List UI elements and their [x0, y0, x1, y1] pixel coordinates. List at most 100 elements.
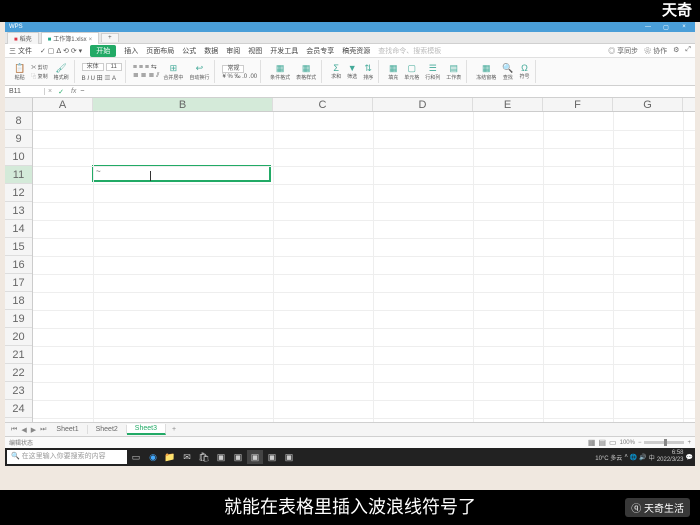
weather-tray[interactable]: 10°C 多云	[595, 453, 622, 462]
view-normal-icon[interactable]: ▦	[588, 438, 596, 447]
maximize-button[interactable]: ▢	[659, 24, 673, 31]
task-view-icon[interactable]: ▭	[128, 450, 144, 464]
row-header-18[interactable]: 18	[5, 292, 32, 310]
sheet-button[interactable]: ▤工作表	[444, 62, 463, 82]
cut-button[interactable]: ✂ 剪切	[29, 63, 49, 72]
col-header-B[interactable]: B	[93, 98, 273, 111]
sum-button[interactable]: Σ求和	[329, 62, 343, 81]
numfmt-select[interactable]: 常规	[222, 65, 244, 73]
cell-button[interactable]: ▢单元格	[402, 62, 421, 82]
collab-button[interactable]: ❀ 协作	[644, 46, 667, 56]
name-box[interactable]: B11	[5, 88, 45, 95]
sheet-nav-last[interactable]: ⏭	[38, 426, 48, 434]
sheet-tab-3[interactable]: Sheet3	[127, 424, 166, 435]
sheet-tab-2[interactable]: Sheet2	[88, 425, 127, 434]
active-cell[interactable]: ~	[92, 165, 271, 182]
row-header-15[interactable]: 15	[5, 238, 32, 256]
volume-icon[interactable]: 🔊	[639, 454, 646, 461]
taskbar-search[interactable]: 🔍 在这里输入你要搜索的内容	[7, 450, 127, 464]
sheet-nav-first[interactable]: ⏮	[9, 426, 19, 434]
row-header-17[interactable]: 17	[5, 274, 32, 292]
menu-search[interactable]: 查找命令、搜索模板	[378, 46, 441, 56]
formula-input[interactable]: ~	[80, 88, 84, 95]
merge-button[interactable]: ⊞合并居中	[161, 62, 185, 82]
notification-icon[interactable]: 💬	[686, 454, 693, 461]
tblstyle-button[interactable]: ▦表格样式	[294, 62, 318, 82]
explorer-icon[interactable]: 📁	[162, 450, 178, 464]
col-header-G[interactable]: G	[613, 98, 683, 111]
col-header-C[interactable]: C	[273, 98, 373, 111]
app-icon[interactable]: ▣	[213, 450, 229, 464]
zoom-slider[interactable]	[644, 441, 684, 444]
col-header-F[interactable]: F	[543, 98, 613, 111]
sort-button[interactable]: ⇅排序	[361, 62, 375, 82]
menu-dev[interactable]: 开发工具	[270, 46, 298, 56]
ime-icon[interactable]: 中	[649, 453, 655, 462]
doc-tab-home[interactable]: 稻壳	[7, 32, 39, 44]
new-tab-button[interactable]: +	[101, 33, 119, 42]
close-button[interactable]: ×	[677, 24, 691, 31]
freeze-button[interactable]: ▦冻结窗格	[474, 62, 498, 82]
row-header-23[interactable]: 23	[5, 382, 32, 400]
app-icon-3[interactable]: ▣	[264, 450, 280, 464]
col-header-A[interactable]: A	[33, 98, 93, 111]
add-sheet-button[interactable]: +	[166, 426, 182, 433]
row-header-10[interactable]: 10	[5, 148, 32, 166]
minimize-button[interactable]: —	[641, 24, 655, 31]
settings-icon[interactable]: ⚙	[673, 46, 679, 56]
sheet-nav-prev[interactable]: ◀	[19, 426, 28, 434]
row-header-20[interactable]: 20	[5, 328, 32, 346]
row-header-8[interactable]: 8	[5, 112, 32, 130]
wrap-button[interactable]: ↩自动换行	[187, 62, 211, 82]
menu-data[interactable]: 数据	[204, 46, 218, 56]
fx-icon[interactable]: fx	[67, 88, 80, 95]
col-header-D[interactable]: D	[373, 98, 473, 111]
close-tab-icon[interactable]: ×	[89, 37, 93, 43]
cancel-edit-icon[interactable]: ×	[45, 88, 55, 95]
menu-layout[interactable]: 页面布局	[146, 46, 174, 56]
doc-tab-workbook[interactable]: 工作簿1.xlsx×	[41, 32, 99, 44]
app-icon-4[interactable]: ▣	[281, 450, 297, 464]
paste-button[interactable]: 📋粘贴	[12, 62, 27, 82]
wps-taskbar-icon[interactable]: ▣	[247, 450, 263, 464]
sheet-tab-1[interactable]: Sheet1	[48, 425, 87, 434]
symbol-button[interactable]: Ω符号	[518, 62, 532, 81]
row-header-12[interactable]: 12	[5, 184, 32, 202]
row-header-21[interactable]: 21	[5, 346, 32, 364]
copy-button[interactable]: ⿻ 复制	[29, 72, 49, 81]
zoom-level[interactable]: 100%	[620, 440, 635, 446]
condfmt-button[interactable]: ▦条件格式	[268, 62, 292, 82]
clock-time[interactable]: 6:58	[657, 450, 684, 457]
menu-review[interactable]: 审阅	[226, 46, 240, 56]
store-icon[interactable]: 🛍	[196, 450, 212, 464]
expand-icon[interactable]: ⤢	[685, 46, 691, 56]
menu-res[interactable]: 稿壳资源	[342, 46, 370, 56]
filter-button[interactable]: ▼筛选	[345, 62, 359, 81]
row-header-24[interactable]: 24	[5, 400, 32, 418]
zoom-in-icon[interactable]: +	[687, 440, 691, 446]
menu-vip[interactable]: 会员专享	[306, 46, 334, 56]
mail-icon[interactable]: ✉	[179, 450, 195, 464]
rowcol-button[interactable]: ☰行和列	[423, 62, 442, 82]
file-menu[interactable]: 三 文件	[9, 46, 32, 56]
menu-insert[interactable]: 插入	[124, 46, 138, 56]
network-icon[interactable]: 🌐	[630, 454, 637, 461]
format-brush[interactable]: 🖌格式刷	[52, 62, 71, 82]
find-button[interactable]: 🔍查找	[500, 62, 515, 82]
row-header-14[interactable]: 14	[5, 220, 32, 238]
spreadsheet-grid[interactable]: ABCDEFG 89101112131415161718192021222324…	[5, 98, 695, 422]
sheet-nav-next[interactable]: ▶	[29, 426, 38, 434]
select-all-corner[interactable]	[5, 98, 33, 112]
view-page-icon[interactable]: ▤	[598, 438, 606, 447]
sync-button[interactable]: ◎ 享同步	[608, 46, 638, 56]
row-header-11[interactable]: 11	[5, 166, 32, 184]
clock-date[interactable]: 2022/3/23	[657, 457, 684, 464]
col-header-E[interactable]: E	[473, 98, 543, 111]
fontsize-select[interactable]: 11	[106, 63, 122, 71]
row-header-13[interactable]: 13	[5, 202, 32, 220]
row-header-22[interactable]: 22	[5, 364, 32, 382]
menu-home[interactable]: 开始	[90, 45, 116, 57]
zoom-out-icon[interactable]: −	[638, 440, 642, 446]
edge-icon[interactable]: ◉	[145, 450, 161, 464]
menu-view[interactable]: 视图	[248, 46, 262, 56]
